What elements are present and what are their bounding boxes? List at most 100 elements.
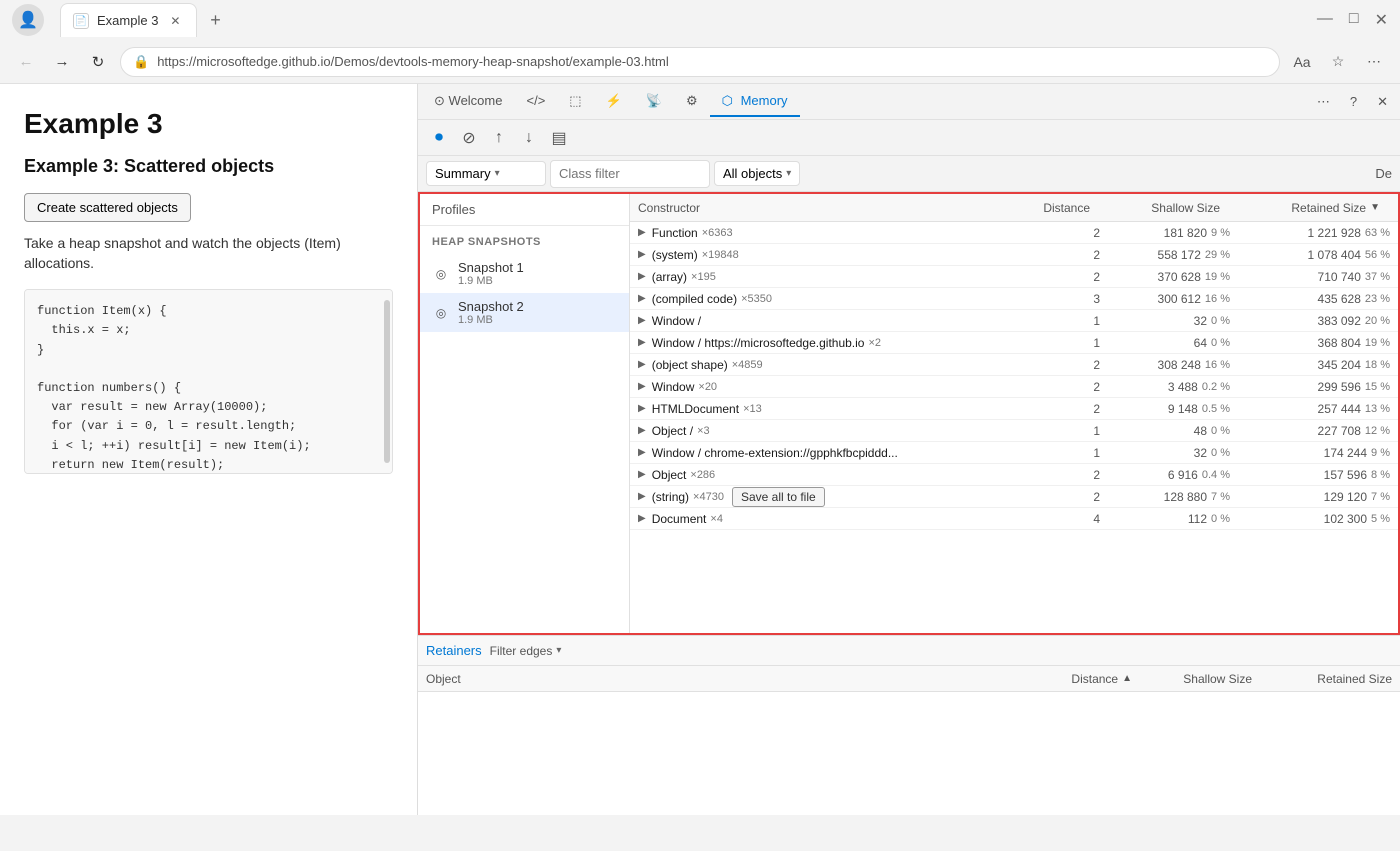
minimize-button[interactable]: — bbox=[1317, 10, 1333, 30]
ret-object-header[interactable]: Object bbox=[418, 672, 1020, 686]
ret-distance-header[interactable]: Distance ▲ bbox=[1020, 672, 1140, 686]
expand-arrow: ▶ bbox=[638, 227, 646, 238]
tab-elements[interactable]: </> bbox=[514, 87, 557, 116]
save-to-file-button[interactable]: Save all to file bbox=[732, 487, 825, 507]
shallow-pct: 0.2 % bbox=[1202, 381, 1230, 393]
new-tab-button[interactable]: + bbox=[201, 6, 229, 34]
forward-button[interactable]: → bbox=[48, 48, 76, 76]
table-row[interactable]: ▶ Document ×4 4 112 0 % 10 bbox=[630, 508, 1398, 530]
retained-pct: 7 % bbox=[1371, 491, 1390, 503]
distance-column-header[interactable]: Distance bbox=[1018, 201, 1098, 215]
code-scrollbar[interactable] bbox=[384, 300, 390, 463]
browser-tab-active[interactable]: 📄 Example 3 ✕ bbox=[60, 3, 197, 37]
row-constructor-document: ▶ Document ×4 bbox=[630, 512, 1028, 526]
help-button[interactable]: ? bbox=[1342, 90, 1365, 113]
reload-button[interactable]: ↻ bbox=[84, 48, 112, 76]
tab-network[interactable]: 📡 bbox=[634, 87, 674, 117]
clear-profiles-button[interactable]: ⊘ bbox=[456, 125, 482, 151]
constructor-column-header[interactable]: Constructor bbox=[630, 201, 1018, 215]
row-count: ×286 bbox=[690, 469, 715, 481]
code-block: function Item(x) { this.x = x; } functio… bbox=[24, 289, 393, 474]
summary-dropdown[interactable]: Summary ▾ bbox=[426, 161, 546, 186]
table-row[interactable]: ▶ (object shape) ×4859 2 308 248 16 % bbox=[630, 354, 1398, 376]
table-row[interactable]: ▶ (string) ×4730 Save all to file 2 128 … bbox=[630, 486, 1398, 508]
sort-desc-icon: ▼ bbox=[1370, 202, 1380, 213]
table-row[interactable]: ▶ Object ×286 2 6 916 0.4 % bbox=[630, 464, 1398, 486]
tab-console[interactable]: ⬚ bbox=[557, 87, 593, 117]
shallow-value: 48 bbox=[1194, 424, 1207, 438]
table-row[interactable]: ▶ Window / chrome-extension://gpphkfbcpi… bbox=[630, 442, 1398, 464]
table-row[interactable]: ▶ Object / ×3 1 48 0 % 227 bbox=[630, 420, 1398, 442]
row-name: Function bbox=[652, 226, 698, 240]
read-aloud-button[interactable]: Aa bbox=[1288, 48, 1316, 76]
row-name: Window / bbox=[652, 314, 701, 328]
profile-snapshot-2[interactable]: ◎ Snapshot 2 1.9 MB bbox=[420, 293, 629, 332]
favorites-button[interactable]: ☆ bbox=[1324, 48, 1352, 76]
devtools-tabs: ⊙ Welcome </> ⬚ ⚡ 📡 ⚙ ⬡ Memory bbox=[418, 84, 1400, 120]
collect-garbage-button[interactable]: ↑ bbox=[486, 125, 512, 151]
row-shallow: 64 0 % bbox=[1108, 336, 1238, 350]
retained-value: 157 596 bbox=[1324, 468, 1367, 482]
summary-label: Summary bbox=[435, 166, 491, 181]
tab-performance[interactable]: ⚡ bbox=[594, 87, 634, 117]
retained-value: 174 244 bbox=[1324, 446, 1367, 460]
retainers-tab[interactable]: Retainers bbox=[426, 643, 482, 658]
address-bar[interactable]: 🔒 https://microsoftedge.github.io/Demos/… bbox=[120, 47, 1280, 77]
class-filter-input[interactable] bbox=[550, 160, 710, 188]
shallow-size-column-header[interactable]: Shallow Size bbox=[1098, 201, 1228, 215]
row-retained: 129 120 7 % bbox=[1238, 490, 1398, 504]
tab-memory[interactable]: ⬡ Memory bbox=[710, 87, 800, 117]
more-button[interactable]: ⋯ bbox=[1360, 48, 1388, 76]
table-row[interactable]: ▶ Window ×20 2 3 488 0.2 % bbox=[630, 376, 1398, 398]
expand-arrow: ▶ bbox=[638, 425, 646, 436]
close-button[interactable]: ✕ bbox=[1375, 10, 1388, 30]
table-row[interactable]: ▶ Window / 1 32 0 % 383 092 bbox=[630, 310, 1398, 332]
row-count: ×5350 bbox=[741, 293, 772, 305]
row-retained: 435 628 23 % bbox=[1238, 292, 1398, 306]
ret-retained-header[interactable]: Retained Size bbox=[1260, 672, 1400, 686]
tab-welcome[interactable]: ⊙ Welcome bbox=[422, 87, 514, 117]
tab-sources[interactable]: ⚙ bbox=[674, 87, 710, 117]
table-row[interactable]: ▶ HTMLDocument ×13 2 9 148 0.5 % bbox=[630, 398, 1398, 420]
table-row[interactable]: ▶ (system) ×19848 2 558 172 29 % bbox=[630, 244, 1398, 266]
tab-close-button[interactable]: ✕ bbox=[166, 12, 184, 30]
retained-value: 345 204 bbox=[1318, 358, 1361, 372]
profile-snapshot-1[interactable]: ◎ Snapshot 1 1.9 MB bbox=[420, 254, 629, 293]
filter-edges-button[interactable]: Filter edges ▾ bbox=[490, 644, 562, 658]
ret-shallow-header[interactable]: Shallow Size bbox=[1140, 672, 1260, 686]
all-objects-dropdown[interactable]: All objects ▾ bbox=[714, 161, 800, 186]
row-retained: 345 204 18 % bbox=[1238, 358, 1398, 372]
ret-sort-icon: ▲ bbox=[1122, 673, 1132, 684]
row-retained: 1 078 404 56 % bbox=[1238, 248, 1398, 262]
more-tools-button[interactable]: ⋯ bbox=[1309, 90, 1338, 114]
shallow-value: 64 bbox=[1194, 336, 1207, 350]
profile-avatar[interactable]: 👤 bbox=[12, 4, 44, 36]
maximize-button[interactable]: □ bbox=[1349, 10, 1359, 30]
row-constructor-array: ▶ (array) ×195 bbox=[630, 270, 1028, 284]
retained-pct: 20 % bbox=[1365, 315, 1390, 327]
retained-size-column-header[interactable]: Retained Size ▼ bbox=[1228, 201, 1388, 215]
retained-pct: 9 % bbox=[1371, 447, 1390, 459]
table-row[interactable]: ▶ Window / https://microsoftedge.github.… bbox=[630, 332, 1398, 354]
save-button[interactable]: ↓ bbox=[516, 125, 542, 151]
table-row[interactable]: ▶ Function ×6363 2 181 820 9 % bbox=[630, 222, 1398, 244]
ret-distance-label: Distance bbox=[1071, 672, 1118, 686]
row-count: ×4859 bbox=[732, 359, 763, 371]
row-distance: 2 bbox=[1028, 380, 1108, 394]
row-count: ×2 bbox=[868, 337, 881, 349]
table-row[interactable]: ▶ (compiled code) ×5350 3 300 612 16 % bbox=[630, 288, 1398, 310]
memory-view-controls: Summary ▾ All objects ▾ De bbox=[418, 156, 1400, 192]
shallow-value: 128 880 bbox=[1164, 490, 1207, 504]
retained-value: 710 740 bbox=[1318, 270, 1361, 284]
navigation-bar: ← → ↻ 🔒 https://microsoftedge.github.io/… bbox=[0, 40, 1400, 84]
back-button[interactable]: ← bbox=[12, 48, 40, 76]
record-heap-snapshot-button[interactable]: ⏺ bbox=[426, 125, 452, 151]
devtools-close-button[interactable]: ✕ bbox=[1369, 90, 1396, 114]
row-count: ×6363 bbox=[702, 227, 733, 239]
create-scattered-button[interactable]: Create scattered objects bbox=[24, 193, 191, 222]
load-button[interactable]: ▤ bbox=[546, 125, 572, 151]
table-row[interactable]: ▶ (array) ×195 2 370 628 19 % bbox=[630, 266, 1398, 288]
row-shallow: 3 488 0.2 % bbox=[1108, 380, 1238, 394]
code-line-9: return new Item(result); bbox=[37, 456, 380, 475]
main-content: Example 3 Example 3: Scattered objects C… bbox=[0, 84, 1400, 815]
